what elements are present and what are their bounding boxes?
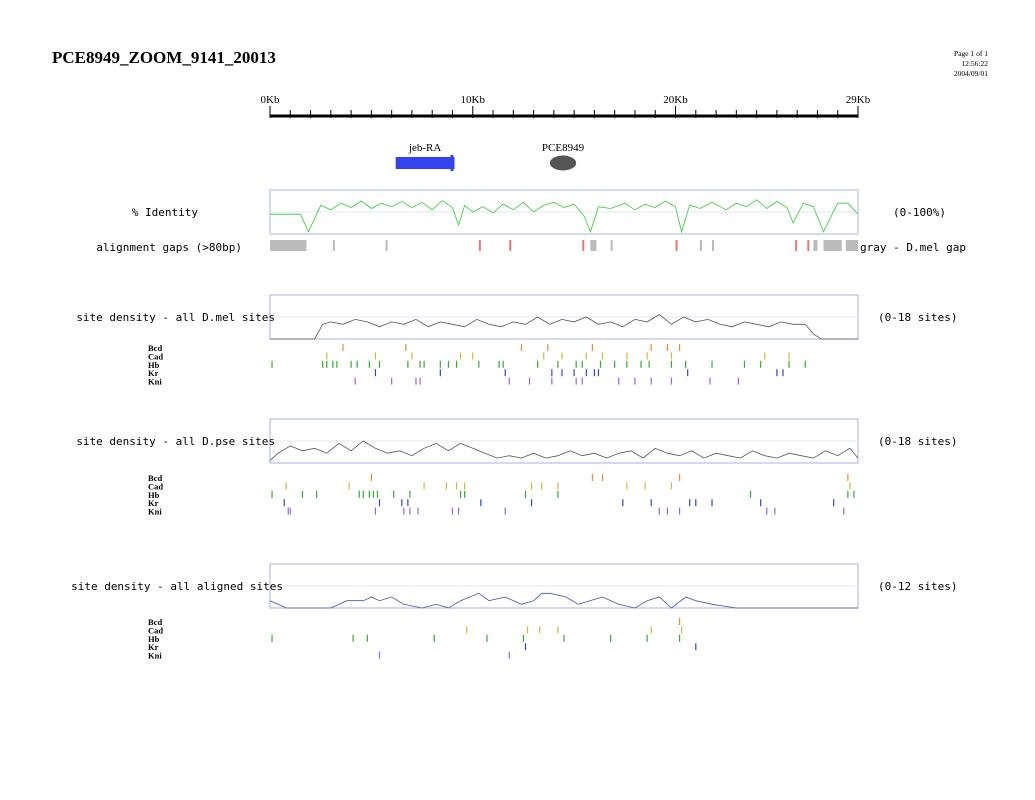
gap-gray-segment [610, 240, 613, 251]
factor-label-kni: Kni [148, 507, 162, 517]
feature-track: jeb-RA PCE8949 [395, 142, 585, 171]
gap-gray-segment [823, 240, 842, 251]
feature-label: jeb-RA [408, 142, 441, 154]
dmel-density-line [270, 314, 858, 340]
factor-label-kni: Kni [148, 651, 162, 661]
gap-gray-segment [590, 240, 597, 251]
gap-red-segment [675, 240, 678, 251]
identity-range-label: (0-100%) [893, 206, 946, 219]
gaps-label: alignment gaps (>80bp) [96, 241, 242, 254]
feature-label: PCE8949 [542, 142, 585, 154]
factor-label-kni: Kni [148, 377, 162, 387]
ruler-tick-label: 0Kb [261, 94, 280, 106]
aligned-range-label: (0-12 sites) [878, 580, 957, 593]
dpse-range-label: (0-18 sites) [878, 435, 957, 448]
identity-label: % Identity [132, 206, 199, 219]
gap-red-segment [807, 240, 810, 251]
genome-figure: 0Kb 10Kb 20Kb 29Kb jeb-RA PCE8949 % Identity… [71, 94, 966, 661]
crm-feature-ellipse [549, 155, 577, 171]
gap-gray-segment [712, 240, 715, 251]
aligned-density-line [269, 592, 858, 609]
dpse-site-tracks: BcdCadHbKrKni [148, 473, 855, 517]
dmel-density-label: site density - all D.mel sites [76, 311, 275, 324]
dpse-density-label: site density - all D.pse sites [76, 435, 275, 448]
ruler-tick-label: 10Kb [461, 94, 486, 106]
dmel-site-tracks: BcdCadHbKrKni [148, 343, 806, 387]
gap-gray-segment [699, 240, 702, 251]
gap-red-segment [478, 240, 481, 251]
gap-gray-segment [385, 240, 388, 251]
ruler-tick-label: 20Kb [663, 94, 688, 106]
gap-gray-segment [270, 240, 307, 251]
kb-scale-ruler: 0Kb 10Kb 20Kb 29Kb [261, 94, 871, 118]
dmel-range-label: (0-18 sites) [878, 311, 957, 324]
aligned-site-tracks: BcdCadHbKrKni [148, 617, 697, 661]
gap-gray-segment [332, 240, 335, 251]
dpse-density-line [269, 440, 859, 461]
alignment-gaps-track [270, 240, 858, 251]
gap-red-segment [582, 240, 585, 251]
gaps-legend: gray - D.mel gap [860, 241, 966, 254]
identity-series-line [270, 199, 859, 234]
gene-feature-end [450, 155, 454, 171]
aligned-density-label: site density - all aligned sites [71, 580, 283, 593]
gap-gray-segment [845, 240, 858, 251]
gap-red-segment [509, 240, 512, 251]
gene-feature-bar [395, 157, 455, 169]
ruler-tick-label: 29Kb [846, 94, 871, 106]
gap-red-segment [795, 240, 798, 251]
gap-gray-segment [813, 240, 818, 251]
